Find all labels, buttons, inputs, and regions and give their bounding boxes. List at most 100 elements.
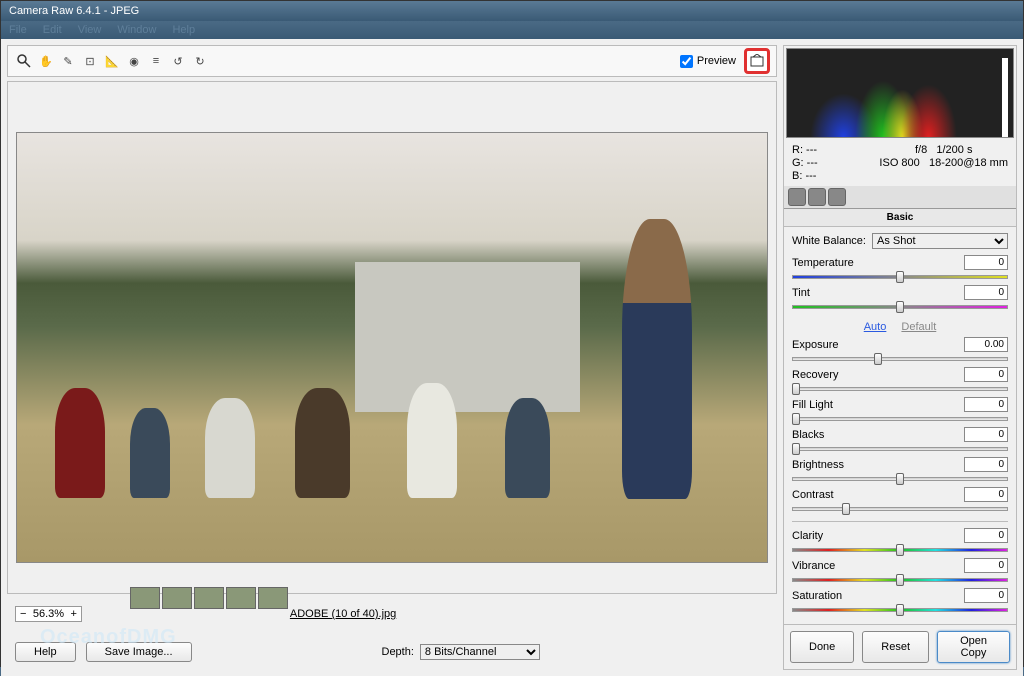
menu-window[interactable]: Window (117, 24, 156, 36)
toolbar: ✋ ✎ ⊡ 📐 ◉ ≡ ↺ ↻ Preview (7, 45, 777, 77)
tab-curve-icon[interactable] (808, 188, 826, 206)
saturation-value[interactable] (964, 588, 1008, 603)
clarity-value[interactable] (964, 528, 1008, 543)
exif-g: G: --- (792, 157, 818, 169)
tint-slider[interactable] (792, 301, 1008, 313)
histogram[interactable] (786, 48, 1014, 138)
wb-label: White Balance: (792, 235, 866, 247)
straighten-icon[interactable]: 📐 (102, 51, 122, 71)
recovery-control: Recovery (792, 367, 1008, 395)
contrast-slider[interactable] (792, 503, 1008, 515)
temperature-slider[interactable] (792, 271, 1008, 283)
exif-iso: ISO 800 (879, 157, 919, 169)
thumbnail[interactable] (258, 587, 288, 609)
brightness-slider[interactable] (792, 473, 1008, 485)
contrast-value[interactable] (964, 487, 1008, 502)
exif-lens: 18-200@18 mm (929, 157, 1008, 169)
preview-label: Preview (697, 55, 736, 67)
tint-control: Tint (792, 285, 1008, 313)
brightness-value[interactable] (964, 457, 1008, 472)
vibrance-control: Vibrance (792, 558, 1008, 586)
menubar: File Edit View Window Help (1, 21, 1023, 39)
menu-edit[interactable]: Edit (43, 24, 62, 36)
auto-link[interactable]: Auto (864, 321, 887, 333)
tint-value[interactable] (964, 285, 1008, 300)
depth-selector: Depth: 8 Bits/Channel (382, 644, 540, 660)
recovery-value[interactable] (964, 367, 1008, 382)
recovery-slider[interactable] (792, 383, 1008, 395)
image-preview-area[interactable] (7, 81, 777, 594)
exif-r: R: --- (792, 144, 818, 156)
window-title: Camera Raw 6.4.1 - JPEG (9, 5, 139, 17)
camera-raw-window: Camera Raw 6.4.1 - JPEG File Edit View W… (0, 0, 1024, 667)
reset-button[interactable]: Reset (862, 631, 929, 663)
hand-icon[interactable]: ✋ (36, 51, 56, 71)
exposure-control: Exposure (792, 337, 1008, 365)
filllight-control: Fill Light (792, 397, 1008, 425)
exif-shutter: 1/200 s (936, 144, 972, 156)
brightness-control: Brightness (792, 457, 1008, 485)
vibrance-slider[interactable] (792, 574, 1008, 586)
zoom-control[interactable]: − 56.3% + (15, 606, 82, 622)
right-panel: R: --- G: --- B: --- f/8 1/200 s ISO 800… (783, 45, 1017, 670)
thumbnail-strip (130, 587, 288, 609)
zoom-in-icon[interactable]: + (70, 608, 76, 620)
zoom-out-icon[interactable]: − (20, 608, 26, 620)
exif-aperture: f/8 (915, 144, 927, 156)
menu-view[interactable]: View (78, 24, 102, 36)
preview-checkbox[interactable]: Preview (680, 55, 736, 68)
menu-help[interactable]: Help (172, 24, 195, 36)
crop-icon[interactable]: ⊡ (80, 51, 100, 71)
blacks-value[interactable] (964, 427, 1008, 442)
zoom-value: 56.3% (28, 608, 68, 620)
exif-b: B: --- (792, 170, 818, 182)
filllight-value[interactable] (964, 397, 1008, 412)
contrast-control: Contrast (792, 487, 1008, 515)
list-icon[interactable]: ≡ (146, 51, 166, 71)
fullscreen-button[interactable] (744, 48, 770, 74)
filename-link[interactable]: ADOBE (10 of 40).jpg (290, 608, 396, 620)
filllight-slider[interactable] (792, 413, 1008, 425)
thumbnail[interactable] (130, 587, 160, 609)
clarity-control: Clarity (792, 528, 1008, 556)
titlebar: Camera Raw 6.4.1 - JPEG (1, 1, 1023, 21)
watermark: OceanofDMG (40, 626, 177, 649)
zoom-icon[interactable] (14, 51, 34, 71)
saturation-slider[interactable] (792, 604, 1008, 616)
rotate-cw-icon[interactable]: ↻ (190, 51, 210, 71)
spot-icon[interactable]: ◉ (124, 51, 144, 71)
content-area: ✋ ✎ ⊡ 📐 ◉ ≡ ↺ ↻ Preview (1, 39, 1023, 676)
tab-detail-icon[interactable] (828, 188, 846, 206)
auto-default-links: Auto Default (792, 321, 1008, 333)
menu-file[interactable]: File (9, 24, 27, 36)
tab-basic-icon[interactable] (788, 188, 806, 206)
clarity-slider[interactable] (792, 544, 1008, 556)
thumbnail[interactable] (226, 587, 256, 609)
rotate-ccw-icon[interactable]: ↺ (168, 51, 188, 71)
done-button[interactable]: Done (790, 631, 854, 663)
blacks-slider[interactable] (792, 443, 1008, 455)
exposure-value[interactable] (964, 337, 1008, 352)
open-copy-button[interactable]: Open Copy (937, 631, 1010, 663)
panel-tabs (784, 186, 1016, 209)
vibrance-value[interactable] (964, 558, 1008, 573)
photo-content (622, 219, 692, 499)
photo-preview (16, 132, 768, 563)
temperature-value[interactable] (964, 255, 1008, 270)
blacks-control: Blacks (792, 427, 1008, 455)
temperature-control: Temperature (792, 255, 1008, 283)
controls-panel: White Balance: As Shot Temperature Tint … (784, 227, 1016, 624)
depth-label: Depth: (382, 646, 414, 658)
thumbnail[interactable] (194, 587, 224, 609)
depth-dropdown[interactable]: 8 Bits/Channel (420, 644, 540, 660)
default-link[interactable]: Default (901, 321, 936, 333)
preview-check-input[interactable] (680, 55, 693, 68)
right-action-buttons: Done Reset Open Copy (784, 624, 1016, 669)
wb-dropdown[interactable]: As Shot (872, 233, 1008, 249)
white-balance-row: White Balance: As Shot (792, 233, 1008, 249)
eyedropper-icon[interactable]: ✎ (58, 51, 78, 71)
exposure-slider[interactable] (792, 353, 1008, 365)
thumbnail[interactable] (162, 587, 192, 609)
left-panel: ✋ ✎ ⊡ 📐 ◉ ≡ ↺ ↻ Preview (7, 45, 777, 670)
panel-title: Basic (784, 209, 1016, 227)
